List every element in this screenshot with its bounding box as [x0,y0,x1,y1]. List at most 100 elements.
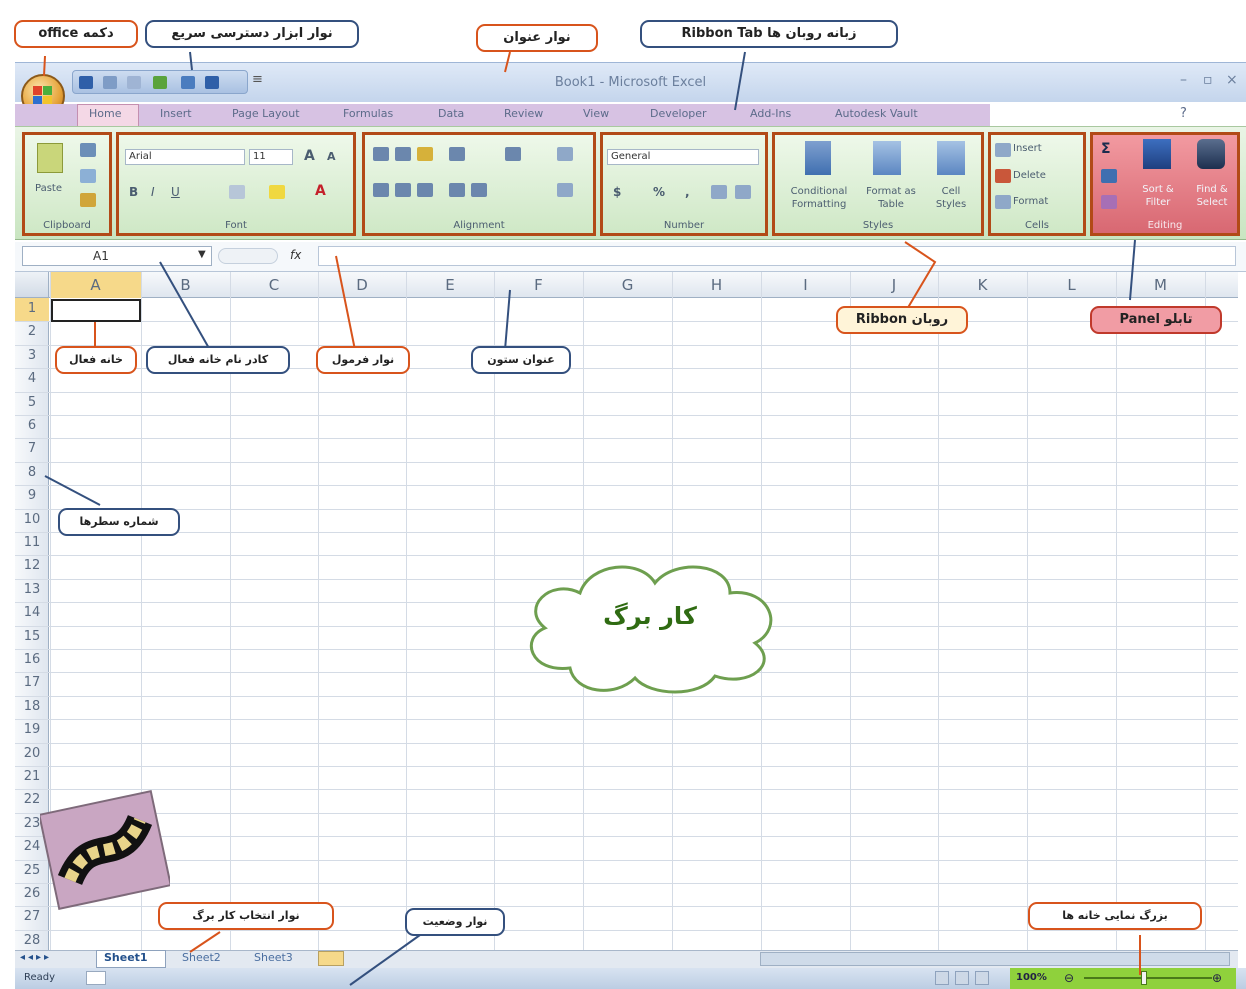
row-header-6[interactable]: 6 [15,418,49,433]
font-color-button[interactable]: A [315,183,326,199]
delete-cells-button[interactable]: Delete [1013,170,1046,181]
row-header-1[interactable]: 1 [15,301,49,316]
zoom-out-icon[interactable]: ⊖ [1064,971,1074,985]
copy-icon[interactable] [80,169,96,183]
tab-insert[interactable]: Insert [160,107,192,120]
column-header-j[interactable]: J [850,276,938,294]
paste-icon[interactable] [37,143,63,173]
tab-add-ins[interactable]: Add-Ins [750,107,791,120]
row-header-7[interactable]: 7 [15,441,49,456]
binoculars-icon[interactable] [1197,139,1225,169]
row-header-3[interactable]: 3 [15,348,49,363]
zoom-slider[interactable] [1084,977,1212,979]
maximize-icon[interactable]: ▫ [1203,72,1213,88]
paste-label[interactable]: Paste [35,183,62,194]
orientation-icon[interactable] [449,147,465,161]
macro-record-icon[interactable] [86,971,106,985]
column-header-k[interactable]: K [938,276,1027,294]
insert-sheet-icon[interactable] [318,951,344,966]
column-header-b[interactable]: B [141,276,230,294]
row-header-27[interactable]: 27 [15,909,49,924]
format-painter-icon[interactable] [80,193,96,207]
format-cells-button[interactable]: Format [1013,196,1048,207]
page-layout-view-icon[interactable] [955,971,969,985]
align-right-icon[interactable] [417,183,433,197]
increase-indent-icon[interactable] [471,183,487,197]
italic-button[interactable]: I [151,185,155,199]
column-header-a[interactable]: A [50,276,141,294]
row-header-21[interactable]: 21 [15,769,49,784]
align-top-icon[interactable] [373,147,389,161]
row-header-15[interactable]: 15 [15,629,49,644]
minimize-icon[interactable]: – [1180,72,1187,88]
name-box-dropdown-icon[interactable]: ▼ [198,249,206,260]
align-bottom-icon[interactable] [417,147,433,161]
column-header-f[interactable]: F [494,276,583,294]
currency-button[interactable]: $ [613,185,621,199]
tab-review[interactable]: Review [504,107,543,120]
row-header-17[interactable]: 17 [15,675,49,690]
format-cells-icon[interactable] [995,195,1011,209]
select-all-button[interactable] [15,272,49,298]
open-icon[interactable] [181,76,195,89]
sheet-tab-1[interactable]: Sheet1 [104,951,148,964]
bold-button[interactable]: B [129,185,138,199]
number-format-combo[interactable]: General [607,149,759,165]
shrink-font-button[interactable]: A [327,150,336,163]
close-icon[interactable]: × [1226,72,1238,88]
row-header-10[interactable]: 10 [15,512,49,527]
formula-input[interactable] [318,246,1236,266]
fill-color-icon[interactable] [269,185,285,199]
zoom-slider-thumb[interactable] [1141,971,1147,985]
tab-home-label[interactable]: Home [89,107,121,120]
column-header-l[interactable]: L [1027,276,1116,294]
tab-data[interactable]: Data [438,107,464,120]
align-middle-icon[interactable] [395,147,411,161]
cell-styles-icon[interactable] [937,141,965,175]
decrease-indent-icon[interactable] [449,183,465,197]
column-header-g[interactable]: G [583,276,672,294]
row-header-4[interactable]: 4 [15,371,49,386]
sheet-tab-3[interactable]: Sheet3 [254,951,293,964]
normal-view-icon[interactable] [935,971,949,985]
insert-function-icon[interactable]: fx [290,248,301,262]
sort-filter-button[interactable]: Sort & Filter [1131,183,1185,209]
row-header-13[interactable]: 13 [15,582,49,597]
row-header-20[interactable]: 20 [15,746,49,761]
column-header-h[interactable]: H [672,276,761,294]
column-header-i[interactable]: I [761,276,850,294]
font-name-combo[interactable]: Arial [125,149,245,165]
delete-cells-icon[interactable] [995,169,1011,183]
align-left-icon[interactable] [373,183,389,197]
row-header-14[interactable]: 14 [15,605,49,620]
column-header-d[interactable]: D [318,276,406,294]
help-icon[interactable]: ? [1180,106,1187,121]
row-header-16[interactable]: 16 [15,652,49,667]
row-header-19[interactable]: 19 [15,722,49,737]
format-as-table-icon[interactable] [873,141,901,175]
page-break-view-icon[interactable] [975,971,989,985]
sheet-tab-2[interactable]: Sheet2 [182,951,221,964]
tab-developer[interactable]: Developer [650,107,707,120]
sheet-nav-icon[interactable]: ◂◂▸▸ [20,952,52,963]
wrap-text-icon[interactable] [557,147,573,161]
fill-icon[interactable] [1101,169,1117,183]
tab-view[interactable]: View [583,107,609,120]
clear-icon[interactable] [1101,195,1117,209]
conditional-formatting-button[interactable]: Conditional Formatting [779,185,859,211]
cell-styles-button[interactable]: Cell Styles [925,185,977,211]
borders-icon[interactable] [229,185,245,199]
sort-filter-icon[interactable] [1143,139,1171,169]
row-header-11[interactable]: 11 [15,535,49,550]
row-header-12[interactable]: 12 [15,558,49,573]
insert-cells-button[interactable]: Insert [1013,143,1042,154]
horizontal-scrollbar[interactable] [760,952,1230,966]
insert-cells-icon[interactable] [995,143,1011,157]
increase-decimal-icon[interactable] [711,185,727,199]
row-header-5[interactable]: 5 [15,395,49,410]
print-icon[interactable] [205,76,219,89]
column-header-e[interactable]: E [406,276,494,294]
indent-icon[interactable] [505,147,521,161]
format-as-table-button[interactable]: Format as Table [861,185,921,211]
row-header-18[interactable]: 18 [15,699,49,714]
